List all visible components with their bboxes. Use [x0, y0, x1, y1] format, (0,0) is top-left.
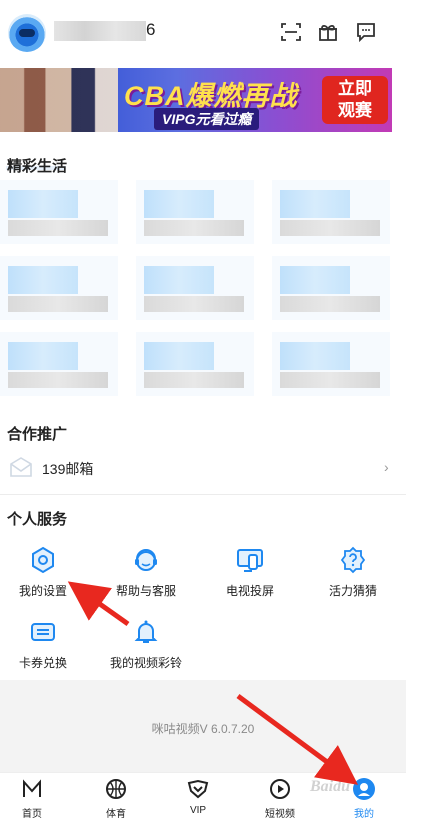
vip-heart-icon: [187, 779, 209, 799]
banner-watch-button[interactable]: 立即观赛: [322, 76, 388, 124]
service-video-ringtone[interactable]: 我的视频彩铃: [96, 617, 196, 677]
tv-cast-icon: [237, 549, 263, 572]
tab-sports[interactable]: 体育: [86, 777, 146, 823]
headset-icon: [135, 549, 157, 571]
service-label: 我的设置: [18, 584, 67, 598]
ringtone-bell-icon: [134, 620, 158, 643]
featured-item[interactable]: [136, 332, 254, 396]
play-circle-icon: [270, 779, 290, 799]
section-title-personal: 个人服务: [7, 511, 68, 528]
service-label: 电视投屏: [225, 584, 274, 598]
home-logo-icon: [23, 779, 41, 797]
service-label: 活力猜猜: [328, 584, 377, 598]
username-redacted: [54, 20, 146, 41]
gift-icon[interactable]: [316, 20, 340, 44]
tab-label: 首页: [22, 809, 42, 820]
scan-icon[interactable]: [279, 20, 303, 44]
featured-item[interactable]: [272, 256, 390, 320]
tab-label: 体育: [106, 809, 126, 820]
version-footer: 咪咕视频V 6.0.7.20: [0, 680, 406, 772]
coupon-icon: [31, 623, 55, 641]
mailbox-icon: [10, 457, 32, 477]
service-tv-cast[interactable]: 电视投屏: [200, 545, 300, 605]
service-coupon-redeem[interactable]: 卡券兑换: [0, 617, 93, 677]
profile-header: 6: [0, 0, 422, 64]
banner-subtitle: VIPG元看过瘾: [154, 108, 260, 130]
tab-home[interactable]: 首页: [2, 777, 62, 823]
featured-grid-redacted: [0, 176, 400, 402]
divider: [0, 494, 406, 495]
tab-short-video[interactable]: 短视频: [250, 777, 310, 823]
username[interactable]: 6: [54, 20, 155, 41]
featured-item[interactable]: [136, 180, 254, 244]
featured-item[interactable]: [272, 180, 390, 244]
partner-item-label: 139邮箱: [42, 461, 94, 477]
section-title-featured: 精彩生活: [7, 158, 68, 175]
service-guess-game[interactable]: 活力猜猜: [303, 545, 403, 605]
service-help-support[interactable]: 帮助与客服: [96, 545, 196, 605]
featured-item[interactable]: [272, 332, 390, 396]
settings-hexagon-icon: [32, 546, 54, 574]
quiz-badge-icon: [340, 546, 366, 574]
banner-players-image: [0, 68, 118, 132]
message-icon[interactable]: [354, 20, 378, 44]
partner-item-139-mail[interactable]: 139邮箱 ›: [0, 448, 406, 486]
baidu-watermark: Baidu: [310, 778, 351, 795]
section-title-partner: 合作推广: [7, 426, 68, 443]
service-my-settings[interactable]: 我的设置: [0, 545, 93, 605]
tab-label: 我的: [354, 809, 374, 820]
tab-label: VIP: [189, 805, 207, 816]
tab-label: 短视频: [265, 809, 295, 820]
profile-icon: [353, 778, 375, 800]
service-label: 帮助与客服: [115, 584, 176, 598]
featured-item[interactable]: [0, 256, 118, 320]
service-label: 卡券兑换: [18, 656, 67, 670]
tab-vip[interactable]: VIP: [168, 777, 228, 823]
version-text: 咪咕视频V 6.0.7.20: [151, 722, 255, 736]
basketball-icon: [106, 779, 126, 799]
chevron-right-icon: ›: [384, 459, 389, 475]
service-label: 我的视频彩铃: [109, 656, 182, 670]
promo-banner[interactable]: CBA爆燃再战 VIPG元看过瘾 立即观赛: [0, 68, 392, 132]
avatar[interactable]: [8, 14, 46, 52]
featured-item[interactable]: [136, 256, 254, 320]
featured-item[interactable]: [0, 180, 118, 244]
featured-item[interactable]: [0, 332, 118, 396]
